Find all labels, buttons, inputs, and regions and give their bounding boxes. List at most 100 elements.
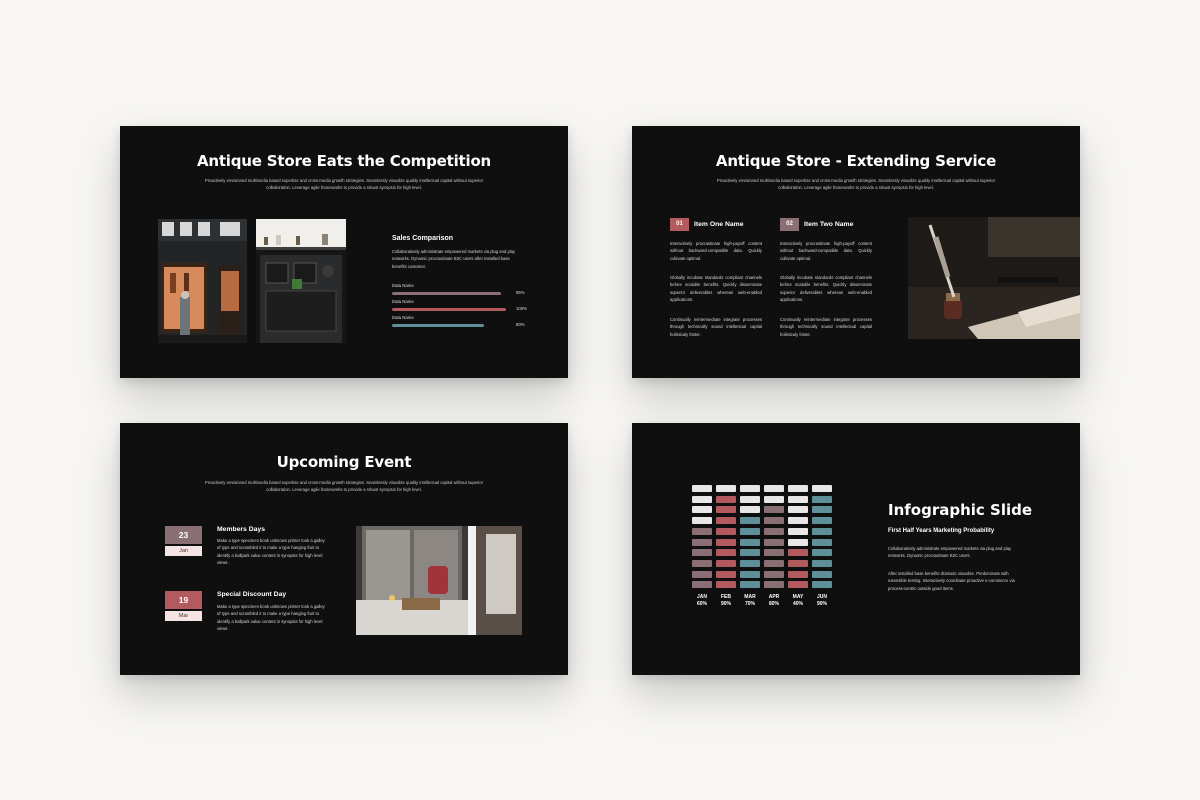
- event-day-badge: 19: [165, 591, 202, 609]
- bar-fill: [392, 324, 484, 327]
- chart-cell: [764, 495, 784, 503]
- item-number-badge: 01: [670, 218, 689, 231]
- item-text: Interactively procrastinate high-payoff …: [780, 241, 872, 261]
- bar-percent: 100%: [516, 306, 527, 311]
- chart-cell: [812, 559, 832, 567]
- chart-cell: [764, 570, 784, 578]
- bar-percent: 95%: [516, 290, 525, 295]
- chart-tick-label: FEB 90%: [714, 594, 738, 607]
- chart-cell: [788, 527, 808, 535]
- chart-cell: [740, 559, 760, 567]
- chart-cell: [812, 570, 832, 578]
- chart-cell: [716, 527, 736, 535]
- slide-antique-competition[interactable]: Antique Store Eats the Competition Proac…: [120, 126, 568, 378]
- item-text: Globally incubate standards compliant ch…: [780, 275, 872, 303]
- chart-cell: [812, 549, 832, 557]
- chart-cell: [788, 559, 808, 567]
- chart-cell: [812, 527, 832, 535]
- chart-cell: [740, 517, 760, 525]
- slide-title: Antique Store - Extending Service: [715, 152, 997, 170]
- chart-cell: [764, 527, 784, 535]
- chart-cell: [812, 538, 832, 546]
- chart-cell: [716, 549, 736, 557]
- chart-cell: [740, 581, 760, 589]
- chart-tick-label: MAY 40%: [786, 594, 810, 607]
- chart-cell: [764, 506, 784, 514]
- chart-cell: [764, 485, 784, 492]
- chart-cell: [788, 570, 808, 578]
- chart-cell: [740, 549, 760, 557]
- data-bar-row: Data Name 95%: [392, 283, 532, 295]
- bar-label: Data Name: [392, 299, 414, 304]
- chart-value-label: 70%: [744, 600, 755, 607]
- chart-cell: [812, 581, 832, 589]
- storefront-photo: [158, 219, 247, 343]
- item-text: Continually reintermediate integrate pro…: [780, 317, 872, 337]
- slide-infographic[interactable]: JAN 60% FEB 90% MAR 70% APR 80% MAY 40% JUN 90% Inf…: [632, 423, 1080, 675]
- chart-cell: [740, 570, 760, 578]
- chart-cell: [764, 581, 784, 589]
- event-month-badge: Jan: [165, 546, 202, 556]
- item-number-badge: 02: [780, 218, 799, 231]
- data-bar-row: Data Name 80%: [392, 315, 532, 327]
- chart-cell: [692, 517, 712, 525]
- chart-value-label: 90%: [816, 600, 827, 607]
- infographic-text: Collaboratively administrate empowered m…: [888, 546, 1012, 559]
- bar-fill: [392, 292, 501, 295]
- chart-cell: [788, 485, 808, 492]
- sales-comparison-text: Collaboratively administrate empowered m…: [392, 249, 516, 269]
- bar-track: 95%: [392, 290, 525, 295]
- item-name: Item Two Name: [804, 221, 854, 228]
- chart-cell: [812, 506, 832, 514]
- chart-cell: [692, 559, 712, 567]
- chart-cell: [812, 485, 832, 492]
- bar-track: 80%: [392, 322, 525, 327]
- slide-upcoming-event[interactable]: Upcoming Event Proactively envisioned mu…: [120, 423, 568, 675]
- chart-tick-label: JAN 60%: [690, 594, 714, 607]
- chart-cell: [788, 506, 808, 514]
- slide-subtitle: First Half Years Marketing Probability: [888, 528, 995, 534]
- chart-cell: [764, 559, 784, 567]
- chart-tick-label: APR 80%: [762, 594, 786, 607]
- chart-cell: [692, 570, 712, 578]
- item-text: Globally incubate standards compliant ch…: [670, 275, 762, 303]
- bar-fill: [392, 308, 507, 311]
- event-text: Make a type specimen book unknown printe…: [217, 538, 325, 566]
- item-name: Item One Name: [694, 221, 744, 228]
- chart-cell: [764, 549, 784, 557]
- chart-cell: [716, 570, 736, 578]
- chart-cell: [740, 506, 760, 514]
- chart-value-label: 80%: [768, 600, 779, 607]
- chart-cell: [788, 549, 808, 557]
- item-text: Interactively procrastinate high-payoff …: [670, 241, 762, 261]
- chart-tick-label: JUN 90%: [810, 594, 834, 607]
- chart-cell: [716, 581, 736, 589]
- chart-cell: [716, 517, 736, 525]
- chart-cell: [716, 559, 736, 567]
- slide-subtitle: Proactively envisioned multimedia based …: [204, 480, 484, 492]
- chart-cell: [716, 506, 736, 514]
- chart-cell: [716, 485, 736, 492]
- chart-cell: [812, 517, 832, 525]
- chart-cell: [788, 517, 808, 525]
- chart-cell: [764, 517, 784, 525]
- slide-title: Infographic Slide: [888, 501, 1033, 519]
- event-title: Special Discount Day: [217, 591, 287, 598]
- sales-comparison-title: Sales Comparison: [392, 235, 454, 242]
- bar-label: Data Name: [392, 283, 414, 288]
- chart-cell: [740, 495, 760, 503]
- slide-extending-service[interactable]: Antique Store - Extending Service Proact…: [632, 126, 1080, 378]
- bar-label: Data Name: [392, 315, 414, 320]
- event-day-badge: 23: [165, 526, 202, 544]
- chart-cell: [692, 538, 712, 546]
- antique-stove-photo: [256, 219, 346, 343]
- chart-cell: [716, 495, 736, 503]
- bar-track: 100%: [392, 306, 527, 311]
- event-text: Make a type specimen book unknown printe…: [217, 604, 325, 632]
- infographic-text: After installed base benefits dramatic v…: [888, 571, 1015, 591]
- bar-percent: 80%: [516, 322, 525, 327]
- slide-subtitle: Proactively envisioned multimedia based …: [716, 178, 996, 190]
- chart-cell: [692, 549, 712, 557]
- data-bar-row: Data Name 100%: [392, 299, 532, 311]
- chart-cell: [788, 495, 808, 503]
